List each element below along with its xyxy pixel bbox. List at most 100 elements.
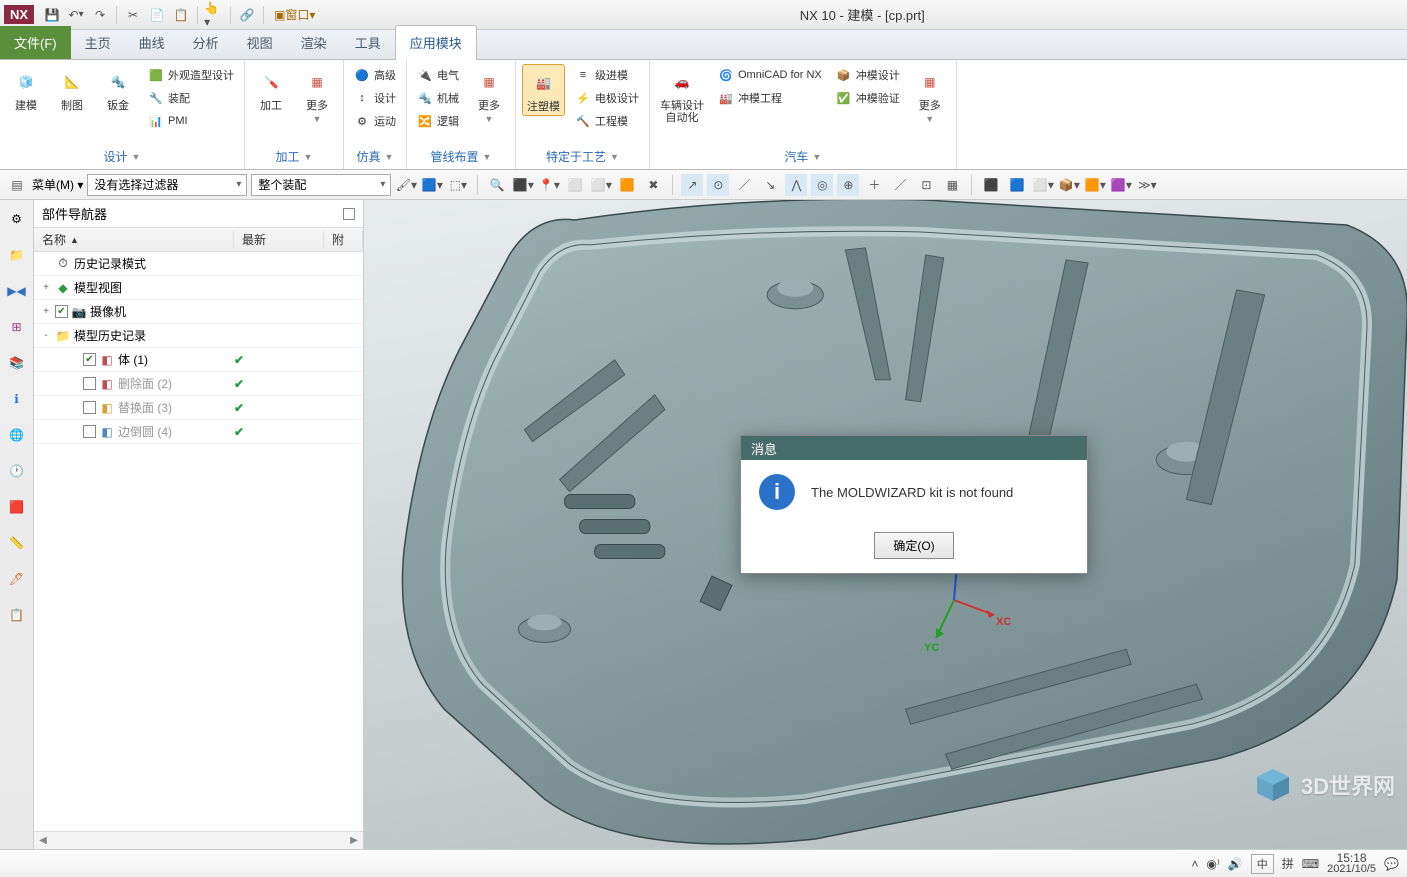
redo-icon[interactable]: ↷ (90, 5, 110, 25)
advanced-sim-button[interactable]: 🔵高级 (350, 64, 400, 86)
tab-render[interactable]: 渲染 (287, 26, 341, 59)
scroll-right-icon[interactable]: ▶ (345, 835, 363, 846)
tree-row[interactable]: ⏱历史记录模式 (34, 252, 363, 276)
tb-icon[interactable]: ↗ (681, 174, 703, 196)
tb-icon[interactable]: ⬚▾ (447, 174, 469, 196)
scroll-left-icon[interactable]: ◀ (34, 835, 52, 846)
tb-icon[interactable]: ⬜ (564, 174, 586, 196)
touch-icon[interactable]: 👆▾ (204, 5, 224, 25)
ok-button[interactable]: 确定(O) (874, 532, 953, 559)
col-other[interactable]: 附 (324, 231, 363, 248)
h-scrollbar[interactable]: ◀ ▶ (34, 831, 363, 849)
tb-icon[interactable]: 🖌▾ (395, 174, 417, 196)
tb-icon[interactable]: 📍▾ (538, 174, 560, 196)
tab-analysis[interactable]: 分析 (179, 26, 233, 59)
tb-icon[interactable]: 🟧▾ (1084, 174, 1106, 196)
tree-checkbox[interactable] (83, 377, 96, 390)
help-icon[interactable]: 🔗 (237, 5, 257, 25)
tree-row[interactable]: +✔📷摄像机 (34, 300, 363, 324)
assembly-scope-combo[interactable]: 整个装配 (251, 174, 391, 196)
tree-row[interactable]: ✔◧体 (1)✔ (34, 348, 363, 372)
measure-icon[interactable]: 📏 (4, 530, 30, 556)
tb-icon[interactable]: 🟪▾ (1110, 174, 1132, 196)
sketch-icon[interactable]: 🖊 (4, 566, 30, 592)
electrical-button[interactable]: 🔌电气 (413, 64, 463, 86)
clipboard-icon[interactable]: 📋 (4, 602, 30, 628)
tab-curve[interactable]: 曲线 (125, 26, 179, 59)
progressive-die-button[interactable]: ≡级进模 (571, 64, 643, 86)
tb-icon[interactable]: ⬛ (980, 174, 1002, 196)
menu-button[interactable]: 菜单(M) ▾ (32, 176, 83, 193)
tb-icon[interactable]: 📦▾ (1058, 174, 1080, 196)
tb-icon[interactable]: ⊕ (837, 174, 859, 196)
tree-toggle-icon[interactable]: + (40, 282, 52, 293)
cut-icon[interactable]: ✂ (123, 5, 143, 25)
tb-icon[interactable]: 🟦▾ (421, 174, 443, 196)
tb-icon[interactable]: ✖ (642, 174, 664, 196)
col-name[interactable]: 名称 ▲ (34, 231, 234, 248)
tb-icon[interactable]: ／ (733, 174, 755, 196)
mold-button[interactable]: 🏭注塑模 (522, 64, 565, 116)
design-sim-button[interactable]: ↕设计 (350, 87, 400, 109)
tb-icon[interactable]: 🟧 (616, 174, 638, 196)
window-menu[interactable]: ▣ 窗口 ▾ (270, 5, 319, 25)
omnicad-button[interactable]: 🌀OmniCAD for NX (714, 64, 826, 86)
auto-more-button[interactable]: ▦更多▼ (910, 64, 950, 126)
reuse-icon[interactable]: ⊞ (4, 314, 30, 340)
tb-icon[interactable]: ◎ (811, 174, 833, 196)
engineering-die-button[interactable]: 🔨工程模 (571, 110, 643, 132)
machining-more-button[interactable]: ▦更多▼ (297, 64, 337, 126)
web-icon[interactable]: 🌐 (4, 422, 30, 448)
tb-icon[interactable]: ⬜▾ (590, 174, 612, 196)
modeling-button[interactable]: 🧊建模 (6, 64, 46, 114)
press-button[interactable]: 🏭冲模工程 (714, 87, 826, 109)
notification-icon[interactable]: 💬 (1384, 857, 1399, 871)
pin-icon[interactable] (343, 208, 355, 220)
tab-application[interactable]: 应用模块 (395, 25, 477, 60)
keyboard-icon[interactable]: ⌨ (1302, 857, 1319, 871)
history-icon[interactable]: 🕐 (4, 458, 30, 484)
tb-icon[interactable]: 🟦 (1006, 174, 1028, 196)
tb-icon[interactable]: ⬜▾ (1032, 174, 1054, 196)
mechanical-button[interactable]: 🔩机械 (413, 87, 463, 109)
logical-button[interactable]: 🔀逻辑 (413, 110, 463, 132)
tb-icon[interactable]: ⋀ (785, 174, 807, 196)
tb-icon[interactable]: ＋ (863, 174, 885, 196)
tab-view[interactable]: 视图 (233, 26, 287, 59)
save-icon[interactable]: 💾 (42, 5, 62, 25)
drafting-button[interactable]: 📐制图 (52, 64, 92, 114)
chevron-up-icon[interactable]: ˄ (1191, 857, 1198, 871)
tab-home[interactable]: 主页 (71, 26, 125, 59)
menu-icon[interactable]: ▤ (6, 174, 28, 196)
tree-row[interactable]: ◧删除面 (2)✔ (34, 372, 363, 396)
ime-language[interactable]: 中 (1251, 854, 1274, 874)
wifi-icon[interactable]: ◉⁾ (1206, 857, 1219, 871)
tab-file[interactable]: 文件(F) (0, 26, 71, 59)
tree-toggle-icon[interactable]: + (40, 306, 52, 317)
tb-icon[interactable]: 🔍 (486, 174, 508, 196)
motion-button[interactable]: ⚙运动 (350, 110, 400, 132)
gear-icon[interactable]: ⚙ (4, 206, 30, 232)
copy-icon[interactable]: 📄 (147, 5, 167, 25)
tree-row[interactable]: ◧替换面 (3)✔ (34, 396, 363, 420)
electrode-button[interactable]: ⚡电极设计 (571, 87, 643, 109)
palette-icon[interactable]: 🟥 (4, 494, 30, 520)
tree-checkbox[interactable]: ✔ (83, 353, 96, 366)
info-icon[interactable]: ℹ (4, 386, 30, 412)
die-design-button[interactable]: 📦冲模设计 (832, 64, 904, 86)
tree-checkbox[interactable]: ✔ (55, 305, 68, 318)
constraint-icon[interactable]: ▶◀ (4, 278, 30, 304)
paste-icon[interactable]: 📋 (171, 5, 191, 25)
col-latest[interactable]: 最新 (234, 231, 324, 248)
tree-row[interactable]: -📁模型历史记录 (34, 324, 363, 348)
part-nav-icon[interactable]: 📁 (4, 242, 30, 268)
tb-icon[interactable]: ≫▾ (1136, 174, 1158, 196)
tb-icon[interactable]: ⊙ (707, 174, 729, 196)
library-icon[interactable]: 📚 (4, 350, 30, 376)
tb-icon[interactable]: ／ (889, 174, 911, 196)
tree-row[interactable]: +◆模型视图 (34, 276, 363, 300)
machining-button[interactable]: 🪛加工 (251, 64, 291, 114)
undo-icon[interactable]: ↶▾ (66, 5, 86, 25)
tree-row[interactable]: ◧边倒圆 (4)✔ (34, 420, 363, 444)
tb-icon[interactable]: ↘ (759, 174, 781, 196)
